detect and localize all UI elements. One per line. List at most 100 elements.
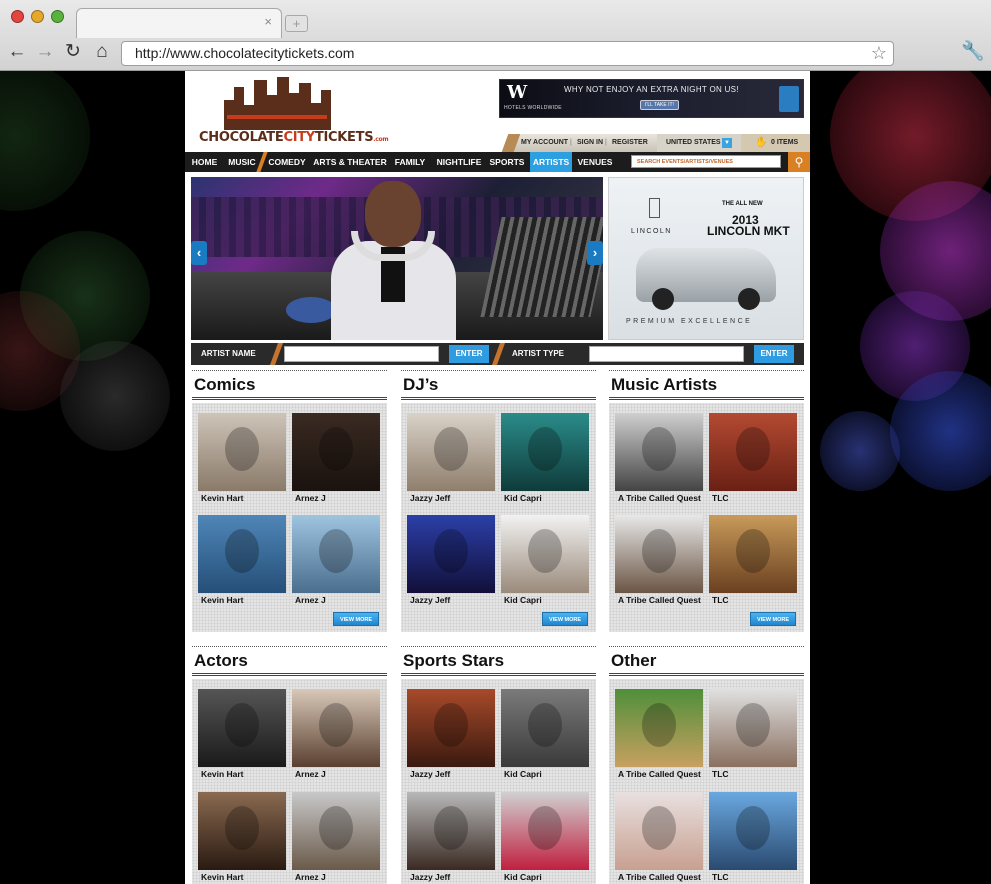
my-account-link[interactable]: MY ACCOUNT: [521, 139, 568, 146]
artist-grid: Kevin Hart Arnez J Kevin Hart Arnez J VI…: [192, 403, 387, 632]
utility-bar: MY ACCOUNT | SIGN IN | REGISTER UNITED S…: [501, 134, 810, 152]
artist-photo: [501, 689, 589, 767]
section-title: Music Artists: [609, 370, 804, 400]
hero-dj-photo: [331, 181, 456, 340]
car-image: [636, 248, 776, 310]
slider-prev-arrow-icon[interactable]: ‹: [191, 241, 207, 265]
artist-photo: [292, 689, 380, 767]
artist-photo: [501, 515, 589, 593]
minimize-window-button[interactable]: [31, 10, 44, 23]
artist-photo: [501, 792, 589, 870]
search-bar-accent: [269, 343, 284, 365]
artist-photo: [292, 792, 380, 870]
wrench-icon[interactable]: 🔧: [961, 41, 985, 63]
artist-name-input[interactable]: [284, 346, 439, 362]
artist-name: Kevin Hart: [201, 872, 244, 882]
hero-slider[interactable]: ‹ ›: [191, 177, 603, 340]
artist-name: Kid Capri: [504, 595, 542, 605]
amex-logo: [779, 86, 799, 112]
nav-home[interactable]: HOME: [188, 152, 221, 172]
nav-music[interactable]: MUSIC: [223, 152, 261, 172]
ad-model: LINCOLN MKT: [707, 224, 790, 238]
ad-message: WHY NOT ENJOY AN EXTRA NIGHT ON US!: [564, 85, 739, 94]
artist-photo: [292, 515, 380, 593]
artist-name: TLC: [712, 493, 729, 503]
ad-tagline: PREMIUM EXCELLENCE: [626, 318, 753, 325]
home-icon[interactable]: ⌂: [91, 41, 113, 63]
chevron-down-icon[interactable]: ▼: [722, 138, 732, 148]
artist-photo: [407, 689, 495, 767]
site-logo[interactable]: CHOCOLATECITYTICKETS.com: [197, 75, 389, 151]
hero-mixer-image: [480, 217, 603, 317]
bokeh-decoration: [0, 71, 90, 211]
artist-photo: [615, 689, 703, 767]
view-more-button[interactable]: VIEW MORE: [542, 612, 588, 626]
artist-name: Jazzy Jeff: [410, 595, 451, 605]
artist-name: Kid Capri: [504, 872, 542, 882]
artist-grid: A Tribe Called Quest TLC A Tribe Called …: [609, 403, 804, 632]
back-arrow-icon[interactable]: ←: [6, 41, 28, 63]
cart-link[interactable]: ✋ 0 ITEMS: [741, 134, 810, 152]
view-more-button[interactable]: VIEW MORE: [333, 612, 379, 626]
bookmark-star-icon[interactable]: ☆: [871, 42, 887, 64]
artist-name: Jazzy Jeff: [410, 493, 451, 503]
nav-sports[interactable]: SPORTS: [488, 152, 526, 172]
forward-arrow-icon[interactable]: →: [34, 41, 56, 63]
logo-text-city: CITY: [283, 130, 315, 145]
bokeh-decoration: [60, 341, 170, 451]
sign-in-link[interactable]: SIGN IN: [577, 139, 603, 146]
browser-chrome: × + ← → ↻ ⌂ http://www.chocolatecitytick…: [0, 0, 991, 71]
artist-name: Jazzy Jeff: [410, 872, 451, 882]
search-icon[interactable]: ⚲: [788, 152, 810, 172]
artist-name: A Tribe Called Quest: [618, 595, 701, 605]
view-more-button[interactable]: VIEW MORE: [750, 612, 796, 626]
browser-tab[interactable]: ×: [76, 8, 282, 38]
reload-icon[interactable]: ↻: [62, 41, 84, 63]
artist-photo: [615, 413, 703, 491]
artist-photo: [709, 515, 797, 593]
close-window-button[interactable]: [11, 10, 24, 23]
utility-bar-accent: [501, 134, 521, 152]
artist-photo: [407, 792, 495, 870]
zoom-window-button[interactable]: [51, 10, 64, 23]
artist-grid: A Tribe Called Quest TLC A Tribe Called …: [609, 679, 804, 884]
artist-photo: [198, 413, 286, 491]
artist-photo: [198, 689, 286, 767]
ad-brand-sub: HOTELS WORLDWIDE: [504, 105, 562, 111]
side-banner-ad[interactable]: LINCOLN THE ALL NEW 2013 LINCOLN MKT PRE…: [608, 177, 804, 340]
logo-wordmark: CHOCOLATECITYTICKETS.com: [199, 130, 389, 145]
nav-family[interactable]: FAMILY: [392, 152, 428, 172]
artist-name-enter-button[interactable]: ENTER: [449, 345, 489, 363]
artist-type-enter-button[interactable]: ENTER: [754, 345, 794, 363]
artist-name: TLC: [712, 769, 729, 779]
search-input[interactable]: SEARCH EVENTS/ARTISTS/VENUES: [631, 155, 781, 168]
section-title: Actors: [192, 646, 387, 676]
nav-arts-theater[interactable]: ARTS & THEATER: [312, 152, 388, 172]
nav-comedy[interactable]: COMEDY: [265, 152, 309, 172]
artist-type-input[interactable]: [589, 346, 744, 362]
ad-cta-button[interactable]: I'LL TAKE IT!: [640, 100, 679, 110]
artist-photo: [615, 515, 703, 593]
artist-photo: [709, 413, 797, 491]
section-title: Comics: [192, 370, 387, 400]
nav-venues[interactable]: VENUES: [574, 152, 616, 172]
artist-name: Kevin Hart: [201, 595, 244, 605]
slider-next-arrow-icon[interactable]: ›: [587, 241, 603, 265]
artist-name: TLC: [712, 595, 729, 605]
nav-artists[interactable]: ARTISTS: [530, 152, 572, 172]
top-banner-ad[interactable]: W HOTELS WORLDWIDE WHY NOT ENJOY AN EXTR…: [499, 79, 804, 118]
artist-photo: [709, 689, 797, 767]
new-tab-button[interactable]: +: [285, 15, 308, 32]
logo-text-chocolate: CHOCOLATE: [199, 130, 284, 145]
separator: |: [605, 139, 607, 146]
cart-count: 0 ITEMS: [771, 139, 799, 146]
register-link[interactable]: REGISTER: [612, 139, 648, 146]
ad-headline: THE ALL NEW: [722, 201, 763, 207]
address-bar[interactable]: http://www.chocolatecitytickets.com ☆: [121, 41, 894, 66]
artist-name: Arnez J: [295, 872, 326, 882]
nav-nightlife[interactable]: NIGHTLIFE: [435, 152, 483, 172]
artist-photo: [615, 792, 703, 870]
artist-type-label: ARTIST TYPE: [512, 349, 565, 358]
close-tab-icon[interactable]: ×: [264, 15, 272, 29]
artist-name: Kid Capri: [504, 769, 542, 779]
